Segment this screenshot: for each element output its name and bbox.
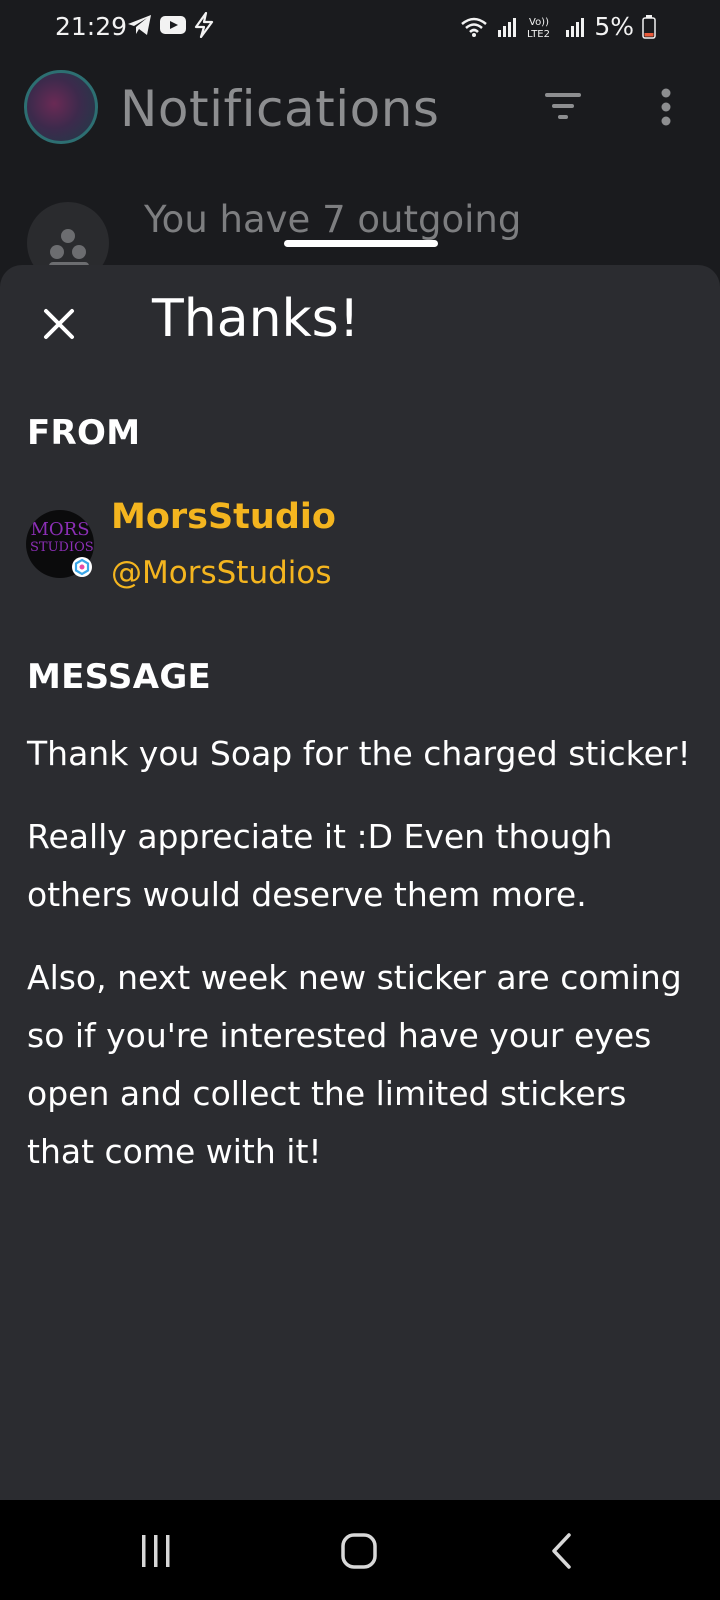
sender-handle[interactable]: @MorsStudios: [111, 555, 332, 591]
message-body: Thank you Soap for the charged sticker! …: [27, 725, 697, 1206]
close-button[interactable]: [36, 301, 82, 347]
navigation-bar: [0, 1500, 720, 1600]
svg-text:Vo)): Vo)): [529, 17, 549, 28]
status-icons-left: [127, 12, 215, 38]
notification-item[interactable]: You have 7 outgoing: [0, 190, 720, 284]
sender-name[interactable]: MorsStudio: [111, 497, 336, 537]
battery-percent: 5%: [594, 12, 634, 41]
verified-badge-icon: [72, 557, 92, 577]
filter-icon[interactable]: [543, 90, 583, 122]
volte-icon: Vo)) LTE2: [527, 17, 550, 39]
message-paragraph: Thank you Soap for the charged sticker!: [27, 734, 691, 773]
telegram-icon: [128, 15, 151, 35]
signal-icon: [498, 17, 517, 37]
back-icon[interactable]: [550, 1532, 574, 1570]
close-icon: [44, 309, 74, 339]
status-icons-right: Vo)) LTE2 5%: [460, 12, 656, 41]
status-time: 21:29: [55, 12, 128, 41]
message-label: MESSAGE: [27, 657, 212, 697]
sender-logo: MORS STUDIOS: [30, 519, 94, 556]
recent-apps-icon[interactable]: [139, 1533, 173, 1569]
youtube-icon: [160, 16, 186, 34]
notifications-header: Notifications: [0, 52, 720, 172]
home-icon[interactable]: [340, 1532, 378, 1570]
page-title: Notifications: [120, 80, 440, 138]
drag-handle[interactable]: [284, 240, 438, 247]
notification-text: You have 7 outgoing: [144, 198, 522, 241]
bolt-icon: [194, 12, 214, 38]
from-label: FROM: [27, 413, 141, 453]
more-options-icon[interactable]: [660, 88, 672, 126]
message-sheet: Thanks! FROM MORS STUDIOS MorsStudio @Mo…: [0, 265, 720, 1500]
status-bar: 21:29 Vo)) LTE2 5%: [0, 0, 720, 52]
battery-icon: [642, 14, 656, 39]
wifi-icon: [461, 17, 488, 37]
message-paragraph: Really appreciate it :D Even though othe…: [27, 817, 613, 914]
profile-avatar[interactable]: [24, 70, 98, 144]
svg-text:LTE2: LTE2: [527, 29, 550, 39]
sheet-title: Thanks!: [152, 289, 360, 349]
signal-icon: [566, 17, 585, 37]
message-paragraph: Also, next week new sticker are coming s…: [27, 958, 682, 1171]
